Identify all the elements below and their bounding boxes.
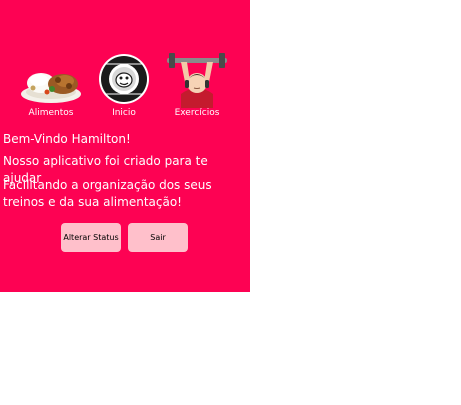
temple-gym-logo <box>92 50 156 108</box>
alterar-status-button[interactable]: Alterar Status <box>61 223 121 252</box>
food-plate-icon <box>19 50 83 108</box>
welcome-description: Facilitando a organização dos seus trein… <box>3 178 212 209</box>
nav-inicio[interactable]: Inicio <box>92 50 156 119</box>
weightlifter-icon <box>165 50 229 108</box>
nav-alimentos[interactable]: Alimentos <box>19 50 83 119</box>
nav-inicio-label: Inicio <box>112 108 136 118</box>
nav-exercicios[interactable]: Exercícios <box>165 50 229 119</box>
nav-exercicios-label: Exercícios <box>174 108 220 118</box>
app-panel: Alimentos Inicio Exercícios Bem-Vindo Ha… <box>0 0 250 292</box>
nav-alimentos-label: Alimentos <box>28 108 74 118</box>
sair-button[interactable]: Sair <box>128 223 188 252</box>
welcome-greeting: Bem-Vindo Hamilton! <box>3 132 131 146</box>
